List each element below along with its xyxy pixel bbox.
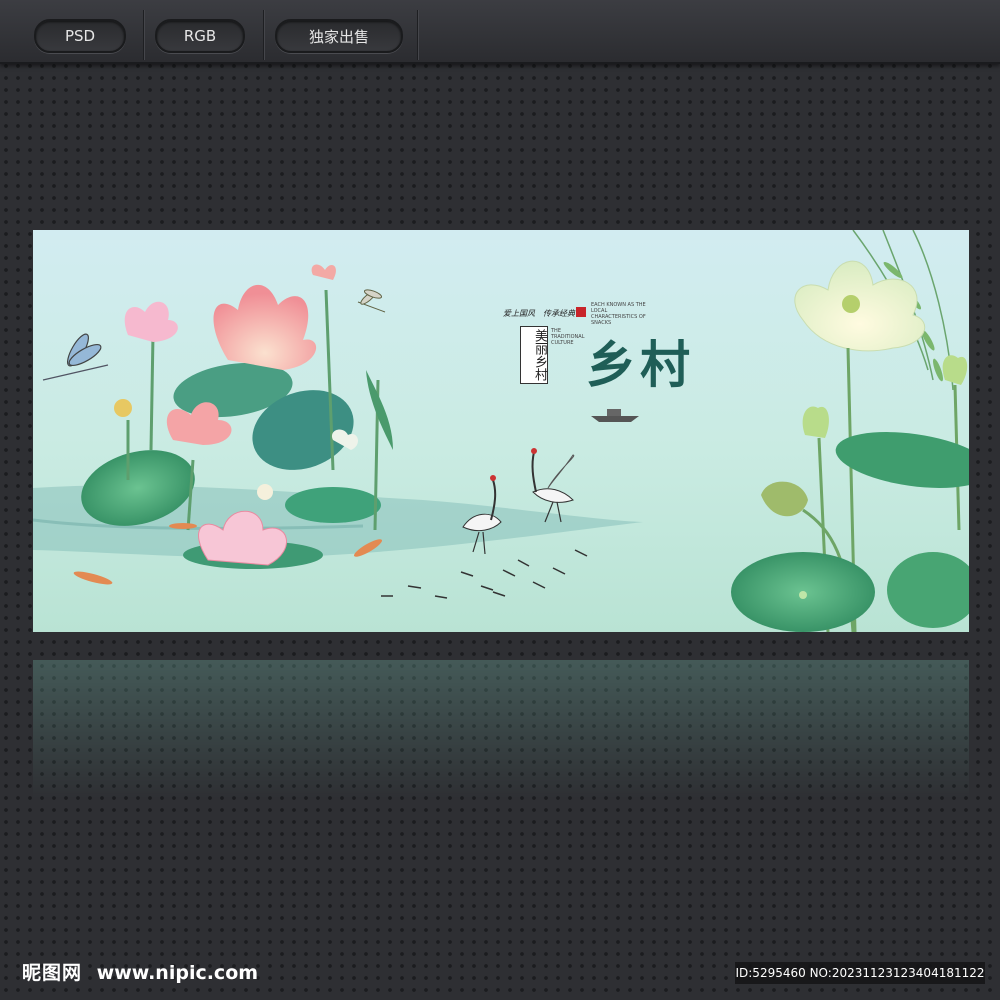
crane-right: [531, 448, 575, 523]
dragonfly-top: [357, 289, 386, 313]
dragonfly-left: [42, 333, 109, 381]
site-logo-cn: 昵图网: [22, 962, 83, 984]
english-block-top: EACH KNOWN AS THE LOCAL CHARACTERISTICS …: [591, 302, 646, 326]
english-block-side: THE TRADITIONAL CULTURE: [551, 328, 585, 346]
top-toolbar: PSD RGB 独家出售: [0, 0, 1000, 64]
site-logo-url: www.nipic.com: [96, 962, 259, 984]
site-logo[interactable]: 昵图网 www.nipic.com: [22, 958, 258, 985]
toolbar-cell-psd: PSD: [0, 10, 144, 60]
slogan-left: 爱上国风: [503, 309, 535, 318]
vertical-label: 美丽乡村: [520, 326, 548, 384]
poster-title: 乡村: [586, 335, 694, 394]
preview-page: PSD RGB 独家出售 爱上国风 传承经典 EACH KNOWN AS THE…: [0, 0, 1000, 1000]
poster-preview: 爱上国风 传承经典 EACH KNOWN AS THE LOCAL CHARAC…: [33, 230, 969, 632]
psd-button[interactable]: PSD: [34, 19, 126, 53]
red-seal-icon: [576, 307, 586, 317]
pink-lotus-large: [213, 284, 317, 370]
poster-artwork: [33, 230, 969, 632]
exclusive-sale-button[interactable]: 独家出售: [275, 19, 403, 53]
reflection-artwork: [33, 660, 969, 800]
toolbar-cell-rgb: RGB: [143, 10, 264, 60]
slogan-right: 传承经典: [543, 309, 575, 318]
rgb-button[interactable]: RGB: [155, 19, 245, 53]
toolbar-cell-exclusive: 独家出售: [263, 10, 418, 60]
image-id-badge: ID:5295460 NO:20231123123404181122: [735, 962, 985, 984]
poster-reflection: [33, 660, 969, 800]
